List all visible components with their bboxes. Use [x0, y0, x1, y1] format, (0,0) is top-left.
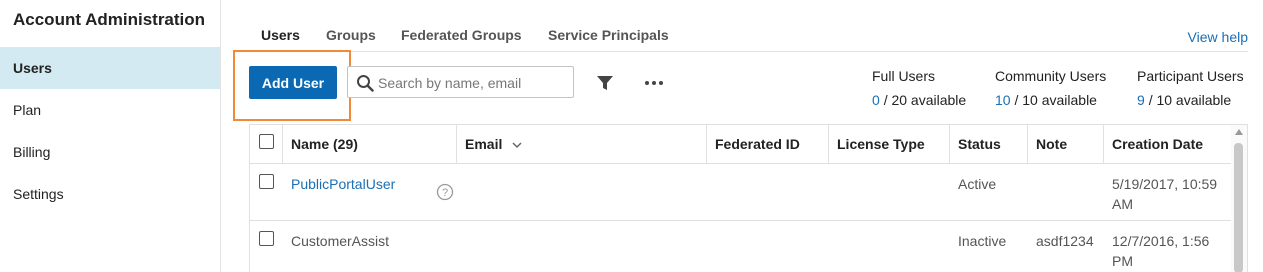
- license-availability: 0 / 20 available: [872, 92, 966, 108]
- column-header-license-type[interactable]: License Type: [829, 125, 950, 163]
- email-cell: [457, 164, 707, 220]
- column-header-email[interactable]: Email: [457, 125, 707, 163]
- column-header-federated-id[interactable]: Federated ID: [707, 125, 829, 163]
- column-header-name[interactable]: Name (29): [283, 125, 457, 163]
- status-cell: Inactive: [958, 233, 1007, 249]
- license-community-users: Community Users 10 / 10 available: [995, 68, 1106, 108]
- row-checkbox[interactable]: [259, 174, 274, 189]
- scroll-thumb[interactable]: [1234, 143, 1243, 272]
- sidebar-title: Account Administration: [13, 10, 206, 29]
- license-label: Participant Users: [1137, 68, 1244, 84]
- name-cell: PublicPortalUser: [283, 164, 457, 220]
- select-all-cell: [250, 125, 283, 163]
- sidebar-item-users[interactable]: Users: [0, 47, 220, 89]
- creation-date-cell: 5/19/2017, 10:59 AM: [1112, 176, 1218, 212]
- row-checkbox[interactable]: [259, 231, 274, 246]
- tab-bar: Users Groups Federated Groups Service Pr…: [249, 22, 1248, 52]
- table-scrollbar[interactable]: [1231, 125, 1247, 272]
- license-availability: 10 / 10 available: [995, 92, 1106, 108]
- note-cell: [1028, 164, 1104, 220]
- sidebar-item-settings[interactable]: Settings: [0, 173, 220, 215]
- license-used-count[interactable]: 10: [995, 92, 1011, 108]
- license-type-cell: [829, 164, 950, 220]
- creation-date-cell: 12/7/2016, 1:56 PM: [1112, 233, 1210, 269]
- tab-users[interactable]: Users: [261, 27, 300, 43]
- license-label: Full Users: [872, 68, 936, 84]
- column-header-note[interactable]: Note: [1028, 125, 1104, 163]
- table-header-row: Name (29) Email Federated ID License Typ…: [250, 125, 1232, 164]
- more-icon[interactable]: [644, 74, 664, 92]
- federated-id-cell: [707, 221, 829, 272]
- license-label: Community Users: [995, 68, 1107, 84]
- license-full-users: Full Users 0 / 20 available: [872, 68, 966, 108]
- app-root: Account Administration Users Plan Billin…: [0, 0, 1263, 272]
- search-box[interactable]: [347, 66, 574, 98]
- user-name-link[interactable]: PublicPortalUser: [291, 176, 395, 192]
- note-cell: asdf1234: [1036, 233, 1094, 249]
- license-used-count[interactable]: 0: [872, 92, 880, 108]
- sidebar: Account Administration Users Plan Billin…: [0, 0, 221, 272]
- sidebar-item-billing[interactable]: Billing: [0, 131, 220, 173]
- search-input[interactable]: [378, 72, 568, 93]
- tab-federated-groups[interactable]: Federated Groups: [401, 27, 522, 43]
- chevron-down-icon: [512, 142, 522, 149]
- license-total: / 10 available: [1014, 92, 1097, 108]
- tab-groups[interactable]: Groups: [326, 27, 376, 43]
- table-row[interactable]: CustomerAssist Inactive asdf1234 12/7/20…: [250, 221, 1232, 272]
- license-type-cell: [829, 221, 950, 272]
- status-cell: Active: [958, 176, 997, 192]
- view-help-link[interactable]: View help: [1188, 29, 1248, 45]
- sidebar-item-plan[interactable]: Plan: [0, 89, 220, 131]
- column-header-email-label: Email: [465, 136, 503, 152]
- select-all-checkbox[interactable]: [259, 134, 274, 149]
- add-user-button[interactable]: Add User: [249, 66, 337, 99]
- license-availability: 9 / 10 available: [1137, 92, 1244, 108]
- table-row[interactable]: PublicPortalUser ? Active 5/19/2017, 10:…: [250, 164, 1232, 221]
- license-used-count[interactable]: 9: [1137, 92, 1145, 108]
- tab-service-principals[interactable]: Service Principals: [548, 27, 669, 43]
- filter-icon[interactable]: [596, 74, 614, 92]
- federated-id-cell: [707, 164, 829, 220]
- license-total: / 20 available: [883, 92, 967, 108]
- scroll-up-arrow-icon[interactable]: [1235, 129, 1243, 135]
- email-cell: [457, 221, 707, 272]
- help-icon[interactable]: ?: [436, 183, 454, 201]
- license-total: / 10 available: [1148, 92, 1232, 108]
- name-cell: CustomerAssist: [291, 233, 390, 249]
- column-header-creation-date[interactable]: Creation Date: [1104, 125, 1232, 163]
- column-header-status[interactable]: Status: [950, 125, 1028, 163]
- users-table: Name (29) Email Federated ID License Typ…: [249, 124, 1248, 272]
- svg-text:?: ?: [442, 187, 448, 199]
- search-icon: [357, 75, 374, 92]
- license-participant-users: Participant Users 9 / 10 available: [1137, 68, 1244, 108]
